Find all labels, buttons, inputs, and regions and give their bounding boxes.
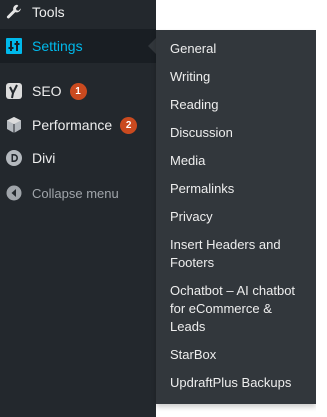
- settings-flyout-submenu: General Writing Reading Discussion Media…: [156, 30, 316, 404]
- collapse-menu-button[interactable]: Collapse menu: [0, 176, 156, 210]
- submenu-item-general[interactable]: General: [170, 40, 310, 58]
- submenu-item-reading[interactable]: Reading: [170, 96, 310, 114]
- menu-item-seo[interactable]: SEO 1: [0, 74, 156, 108]
- notification-badge: 2: [120, 116, 138, 134]
- notification-badge: 1: [69, 82, 87, 100]
- submenu-item-privacy[interactable]: Privacy: [170, 208, 310, 226]
- menu-item-label: Collapse menu: [32, 185, 119, 201]
- submenu-item-permalinks[interactable]: Permalinks: [170, 180, 310, 198]
- submenu-item-writing[interactable]: Writing: [170, 68, 310, 86]
- admin-sidebar: Tools Settings SEO 1 Performance 2 Divi …: [0, 0, 156, 417]
- submenu-item-discussion[interactable]: Discussion: [170, 124, 310, 142]
- submenu-item-ochatbot[interactable]: Ochatbot – AI chatbot for eCommerce & Le…: [170, 282, 310, 336]
- menu-item-performance[interactable]: Performance 2: [0, 108, 156, 142]
- settings-sliders-icon: [4, 36, 24, 56]
- yoast-seo-icon: [4, 81, 24, 101]
- collapse-arrow-icon: [4, 183, 24, 203]
- menu-item-label: SEO: [32, 83, 62, 99]
- menu-item-label: Settings: [32, 38, 83, 54]
- menu-item-label: Tools: [32, 4, 65, 20]
- wrench-icon: [4, 2, 24, 22]
- page-background-strip: [316, 0, 327, 417]
- submenu-item-starbox[interactable]: StarBox: [170, 346, 310, 364]
- flyout-pointer: [148, 38, 156, 54]
- submenu-item-insert-headers-footers[interactable]: Insert Headers and Footers: [170, 236, 310, 272]
- divi-icon: [4, 148, 24, 168]
- submenu-item-updraftplus-backups[interactable]: UpdraftPlus Backups: [170, 374, 310, 392]
- menu-item-tools[interactable]: Tools: [0, 0, 156, 29]
- menu-item-label: Performance: [32, 117, 113, 133]
- performance-cube-icon: [4, 115, 24, 135]
- submenu-item-media[interactable]: Media: [170, 152, 310, 170]
- menu-item-label: Divi: [32, 150, 56, 166]
- menu-item-settings[interactable]: Settings: [0, 29, 156, 63]
- menu-item-divi[interactable]: Divi: [0, 141, 156, 175]
